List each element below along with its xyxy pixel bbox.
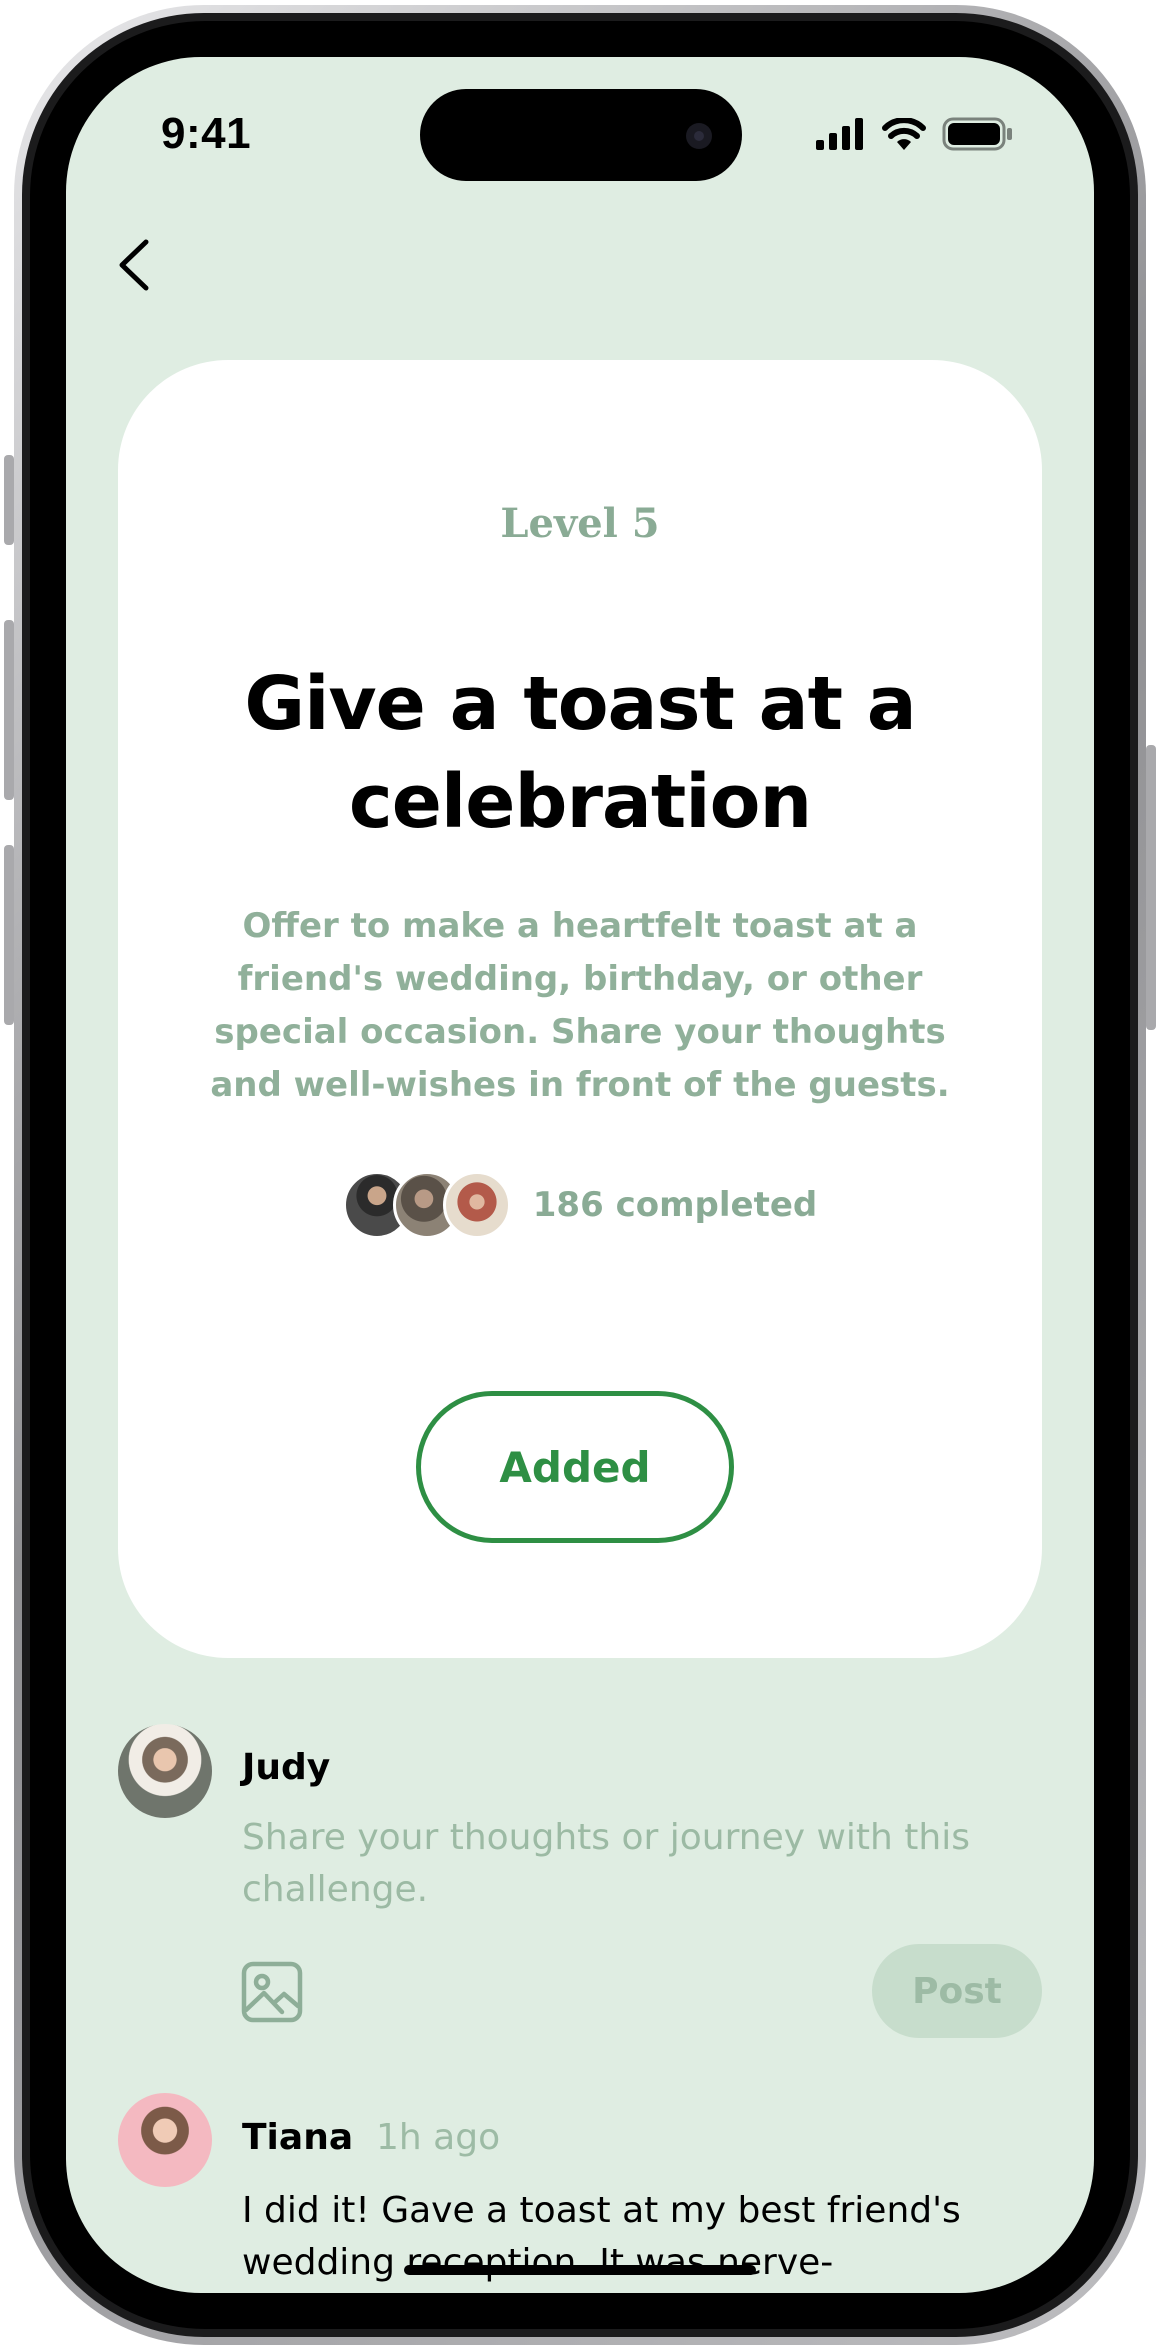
app-screen: 9:41 Level 5 Give a toast at a celebrati… — [66, 57, 1094, 2293]
signal-icon — [816, 118, 863, 150]
avatar — [118, 1724, 212, 1818]
home-indicator — [404, 2265, 756, 2275]
action-button — [4, 455, 14, 545]
challenge-description: Offer to make a heartfelt toast at a fri… — [210, 906, 950, 1105]
challenge-title: Give a toast at a celebration — [244, 661, 916, 845]
level-label: Level 5 — [500, 500, 660, 547]
status-time: 9:41 — [161, 109, 252, 158]
completed-row: 186 completed — [118, 1171, 1042, 1239]
volume-up-button — [4, 620, 14, 800]
battery-icon — [942, 117, 1012, 151]
composer-user-name: Judy — [242, 1747, 331, 1788]
back-button[interactable] — [104, 235, 164, 295]
completed-avatars — [342, 1171, 511, 1239]
wifi-icon — [882, 118, 926, 150]
image-icon — [241, 1961, 303, 2023]
added-button[interactable]: Added — [416, 1391, 734, 1543]
completed-count: 186 completed — [532, 1185, 818, 1225]
feed-user-name: Tiana — [242, 2117, 354, 2158]
front-camera — [686, 123, 712, 149]
post-timestamp: 1h ago — [376, 2117, 501, 2158]
challenge-card: Level 5 Give a toast at a celebration Of… — [118, 360, 1042, 1658]
attach-image-button[interactable] — [240, 1960, 304, 2024]
post-input[interactable]: Share your thoughts or journey with this… — [242, 1812, 1042, 1916]
back-chevron-icon — [119, 239, 149, 291]
power-button — [1146, 745, 1156, 1030]
avatar — [118, 2093, 212, 2187]
status-icons — [816, 117, 1014, 151]
dynamic-island — [420, 89, 742, 181]
avatar — [442, 1171, 511, 1239]
post-button[interactable]: Post — [872, 1944, 1042, 2038]
volume-down-button — [4, 845, 14, 1025]
